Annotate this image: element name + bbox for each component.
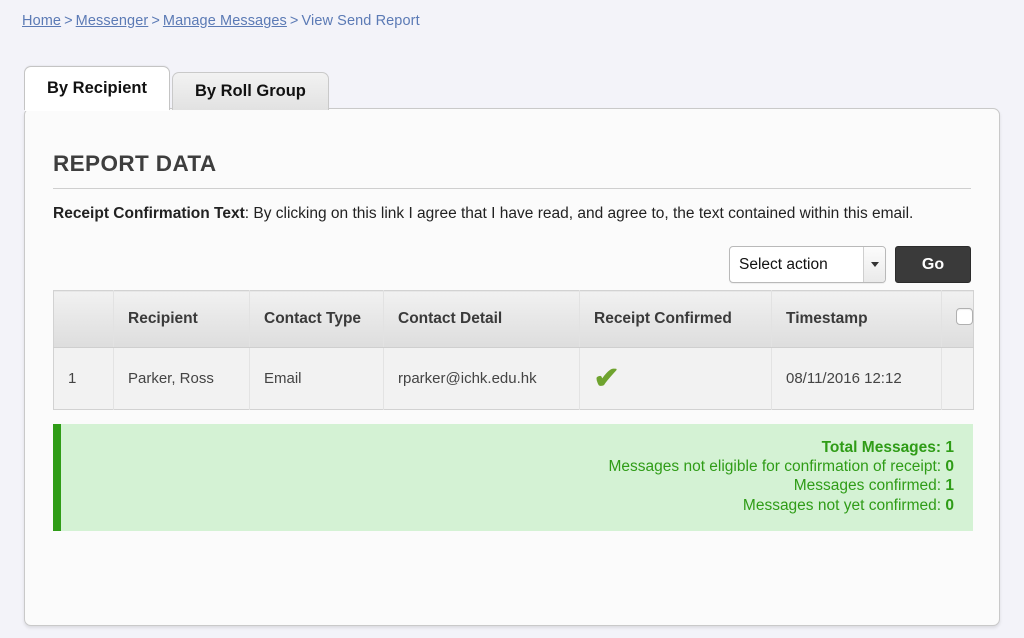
header-contact-detail[interactable]: Contact Detail [383,290,580,348]
summary-total-messages-value: 1 [945,439,954,456]
chevron-down-icon[interactable] [863,247,885,282]
check-icon: ✔ [593,361,620,395]
summary-confirmed: Messages confirmed: 1 [61,476,954,495]
header-index [53,290,114,348]
summary-total-messages: Total Messages: 1 [61,438,954,457]
summary-not-eligible-label: Messages not eligible for confirmation o… [608,458,942,476]
breadcrumb: Home > Messenger > Manage Messages > View Send… [0,0,1024,29]
header-contact-type[interactable]: Contact Type [249,290,384,348]
breadcrumb-current-view-send-report: View Send Report [301,13,420,29]
page-title: REPORT DATA [53,151,217,176]
select-action-dropdown[interactable]: Select action [729,246,886,283]
summary-panel: Total Messages: 1 Messages not eligible … [53,424,973,531]
cell-recipient: Parker, Ross [113,347,250,410]
breadcrumb-link-messenger[interactable]: Messenger [76,13,149,29]
receipt-confirmation-label: Receipt Confirmation Text [53,205,245,222]
cell-receipt-confirmed: ✔ [579,347,772,410]
header-recipient[interactable]: Recipient [113,290,250,348]
tab-by-roll-group[interactable]: By Roll Group [171,72,329,110]
summary-not-yet-confirmed-label: Messages not yet confirmed: [742,496,942,514]
breadcrumb-link-manage-messages[interactable]: Manage Messages [163,13,287,29]
select-all-checkbox[interactable] [956,308,973,325]
table-row: 1 Parker, Ross Email rparker@ichk.edu.hk… [53,347,974,410]
tab-bar: By Recipient By Roll Group [24,66,331,111]
summary-confirmed-value: 1 [945,477,954,495]
cell-contact-detail: rparker@ichk.edu.hk [383,347,580,410]
title-divider [53,188,971,189]
go-button[interactable]: Go [895,246,971,283]
breadcrumb-separator: > [289,13,299,29]
summary-not-eligible: Messages not eligible for confirmation o… [61,457,955,476]
cell-timestamp: 08/11/2016 12:12 [771,347,942,410]
select-action-value: Select action [739,255,828,273]
summary-confirmed-label: Messages confirmed: [793,477,942,495]
summary-not-eligible-value: 0 [945,458,954,476]
content-panel: REPORT DATA Receipt Confirmation Text: B… [24,108,1000,626]
cell-index: 1 [53,347,114,410]
breadcrumb-link-home[interactable]: Home [22,13,61,29]
breadcrumb-separator: > [151,13,160,29]
receipt-confirmation-body: : By clicking on this link I agree that … [244,205,914,222]
action-bar: Select action Go [53,246,971,283]
cell-row-select [941,347,974,410]
report-table: Recipient Contact Type Contact Detail Re… [53,290,974,410]
tab-by-roll-group-label: By Roll Group [194,82,306,100]
summary-not-yet-confirmed: Messages not yet confirmed: 0 [61,496,954,515]
table-header-row: Recipient Contact Type Contact Detail Re… [53,290,974,348]
header-timestamp[interactable]: Timestamp [771,290,942,348]
header-receipt-confirmed[interactable]: Receipt Confirmed [579,290,772,348]
summary-not-yet-confirmed-value: 0 [945,496,954,514]
breadcrumb-separator: > [64,13,73,29]
cell-contact-type: Email [249,347,384,410]
summary-total-messages-label: Total Messages: [821,439,942,456]
receipt-confirmation-text: Receipt Confirmation Text: By clicking o… [53,203,971,225]
tab-by-recipient-label: By Recipient [47,79,147,97]
header-select-all [941,290,974,348]
tab-by-recipient[interactable]: By Recipient [24,66,170,111]
